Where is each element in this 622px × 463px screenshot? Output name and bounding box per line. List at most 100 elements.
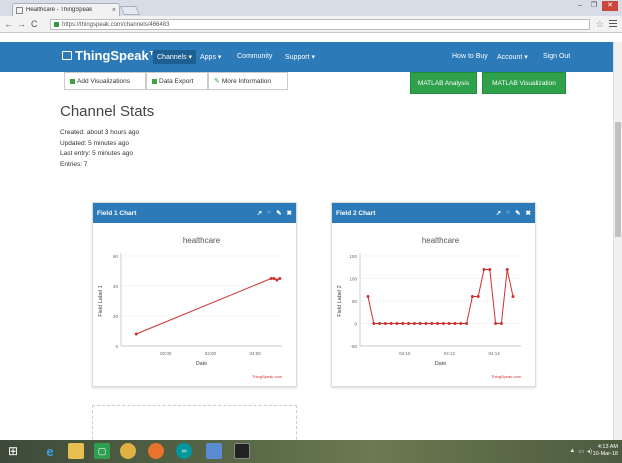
x-tick-label: 02:00: [160, 351, 172, 356]
y-tick-label: 50: [352, 299, 358, 304]
stat-updated: Updated: 5 minutes ago: [60, 139, 130, 147]
more-information-button[interactable]: ✎ More Information: [208, 72, 288, 90]
panel-title: Field 2 Chart: [336, 209, 376, 217]
scrollbar-thumb[interactable]: [615, 122, 621, 237]
matlab-visualization-button[interactable]: MATLAB Visualization: [482, 72, 566, 94]
reload-button[interactable]: C: [31, 19, 38, 29]
plus-icon: [70, 78, 75, 84]
app-icon[interactable]: [206, 443, 222, 459]
popout-icon[interactable]: ↗: [496, 209, 501, 217]
x-tick-label: 04:10: [399, 351, 411, 356]
x-axis-label: Date: [435, 361, 447, 367]
url-text: https://thingspeak.com/channels/466483: [62, 21, 170, 28]
panel-header: Field 1 Chart ↗ ○ ✎ ✖: [93, 203, 296, 223]
network-icon[interactable]: ▲: [569, 448, 575, 455]
data-point: [383, 322, 387, 325]
data-point: [465, 322, 469, 325]
add-visualizations-button[interactable]: Add Visualizations: [64, 72, 146, 90]
data-point: [494, 322, 498, 325]
stat-last-entry: Last entry: 5 minutes ago: [60, 150, 133, 157]
windows-start-icon[interactable]: ⊞: [5, 443, 21, 459]
close-window-button[interactable]: ✕: [602, 1, 618, 11]
tab-strip: Healthcare - ThingSpeak × – ❐ ✕: [0, 0, 622, 16]
nav-community[interactable]: Community: [237, 53, 272, 60]
y-tick-label: 40: [113, 284, 119, 289]
y-tick-label: 150: [349, 254, 357, 259]
taskbar-clock[interactable]: 4:13 AM 10-Mar-18: [593, 444, 618, 458]
bookmark-star-icon[interactable]: ☆: [596, 19, 604, 30]
data-point: [511, 295, 515, 298]
site-logo[interactable]: ThingSpeak™: [62, 48, 162, 63]
new-tab-button[interactable]: [119, 6, 141, 15]
data-point: [134, 332, 138, 336]
y-axis-label: Field Label 1: [98, 285, 104, 317]
nav-how-to-buy[interactable]: How to Buy: [452, 53, 488, 60]
y-tick-label: 60: [113, 254, 119, 259]
edit-icon[interactable]: ✎: [276, 209, 281, 217]
menu-icon[interactable]: [609, 20, 617, 27]
tab-close-icon[interactable]: ×: [112, 7, 116, 14]
nav-apps[interactable]: Apps ▾: [200, 53, 221, 61]
chart-credit: ThingSpeak.com: [491, 374, 522, 379]
close-icon[interactable]: ✖: [287, 209, 292, 217]
taskbar: ⊞ e ▢ ∞ ▲ ▭ ◂) 4:13 AM 10-Mar-18: [0, 440, 622, 463]
url-field[interactable]: https://thingspeak.com/channels/466483: [50, 19, 590, 30]
chrome-icon[interactable]: [120, 443, 136, 459]
channel-stats-heading: Channel Stats: [60, 103, 155, 120]
nav-account[interactable]: Account ▾: [497, 53, 528, 61]
clock-date: 10-Mar-18: [592, 451, 618, 457]
data-point: [401, 322, 405, 325]
data-point: [372, 322, 376, 325]
panel-title: Field 1 Chart: [97, 209, 137, 217]
maximize-button[interactable]: ❐: [588, 1, 600, 11]
data-point: [418, 322, 422, 325]
data-point: [278, 277, 282, 280]
minimize-button[interactable]: –: [574, 1, 586, 11]
edit-icon[interactable]: ✎: [515, 209, 520, 217]
volume-icon[interactable]: ◂): [587, 448, 592, 455]
data-point: [482, 268, 486, 271]
window-controls: – ❐ ✕: [574, 1, 618, 11]
y-tick-label: 0: [115, 344, 118, 349]
page-content: Add Visualizations Data Export ✎ More In…: [0, 72, 613, 440]
edge-browser-icon[interactable]: e: [42, 443, 58, 459]
site-navbar: ThingSpeak™ Channels ▾ Apps ▾ Community …: [0, 42, 613, 72]
terminal-icon[interactable]: [234, 443, 250, 459]
data-point: [476, 295, 480, 298]
x-tick-label: 04:12: [444, 351, 456, 356]
nav-sign-out[interactable]: Sign Out: [543, 53, 570, 60]
nav-channels[interactable]: Channels ▾: [153, 50, 197, 64]
chart-title: healthcare: [183, 236, 221, 245]
comment-icon[interactable]: ○: [506, 209, 510, 217]
browser-window: Healthcare - ThingSpeak × – ❐ ✕ ← → C ht…: [0, 0, 622, 463]
more-information-label: More Information: [221, 77, 272, 85]
data-point: [505, 268, 509, 271]
field1-chart: healthcare 0 20 40 60 02:00 03:00 04:00 Date Fiel…: [98, 236, 283, 379]
panel-icons: ↗ ○ ✎ ✖: [257, 209, 292, 217]
data-point: [488, 268, 492, 271]
y-tick-label: 20: [113, 314, 119, 319]
comment-icon[interactable]: ○: [267, 209, 271, 217]
store-icon[interactable]: ▢: [94, 443, 110, 459]
export-icon: [152, 78, 157, 84]
file-explorer-icon[interactable]: [68, 443, 84, 459]
browser-tab[interactable]: Healthcare - ThingSpeak ×: [12, 3, 120, 16]
data-point: [424, 322, 428, 325]
arduino-icon[interactable]: ∞: [176, 443, 192, 459]
back-button[interactable]: ←: [4, 19, 13, 29]
forward-button[interactable]: →: [17, 19, 26, 29]
close-icon[interactable]: ✖: [526, 209, 531, 217]
data-point: [389, 322, 393, 325]
popout-icon[interactable]: ↗: [257, 209, 262, 217]
battery-icon[interactable]: ▭: [578, 448, 584, 455]
data-point: [499, 322, 503, 325]
x-axis-label: Date: [196, 361, 208, 367]
nav-support[interactable]: Support ▾: [285, 53, 315, 61]
field1-chart-panel: Field 1 Chart ↗ ○ ✎ ✖ healthcare 0 20 40 60 0…: [92, 202, 297, 387]
panel-header: Field 2 Chart ↗ ○ ✎ ✖: [332, 203, 535, 223]
matlab-analysis-button[interactable]: MATLAB Analysis: [410, 72, 477, 94]
firefox-icon[interactable]: [148, 443, 164, 459]
address-bar: ← → C https://thingspeak.com/channels/46…: [0, 16, 622, 33]
data-export-button[interactable]: Data Export: [146, 72, 208, 90]
page-scrollbar[interactable]: [613, 42, 622, 440]
